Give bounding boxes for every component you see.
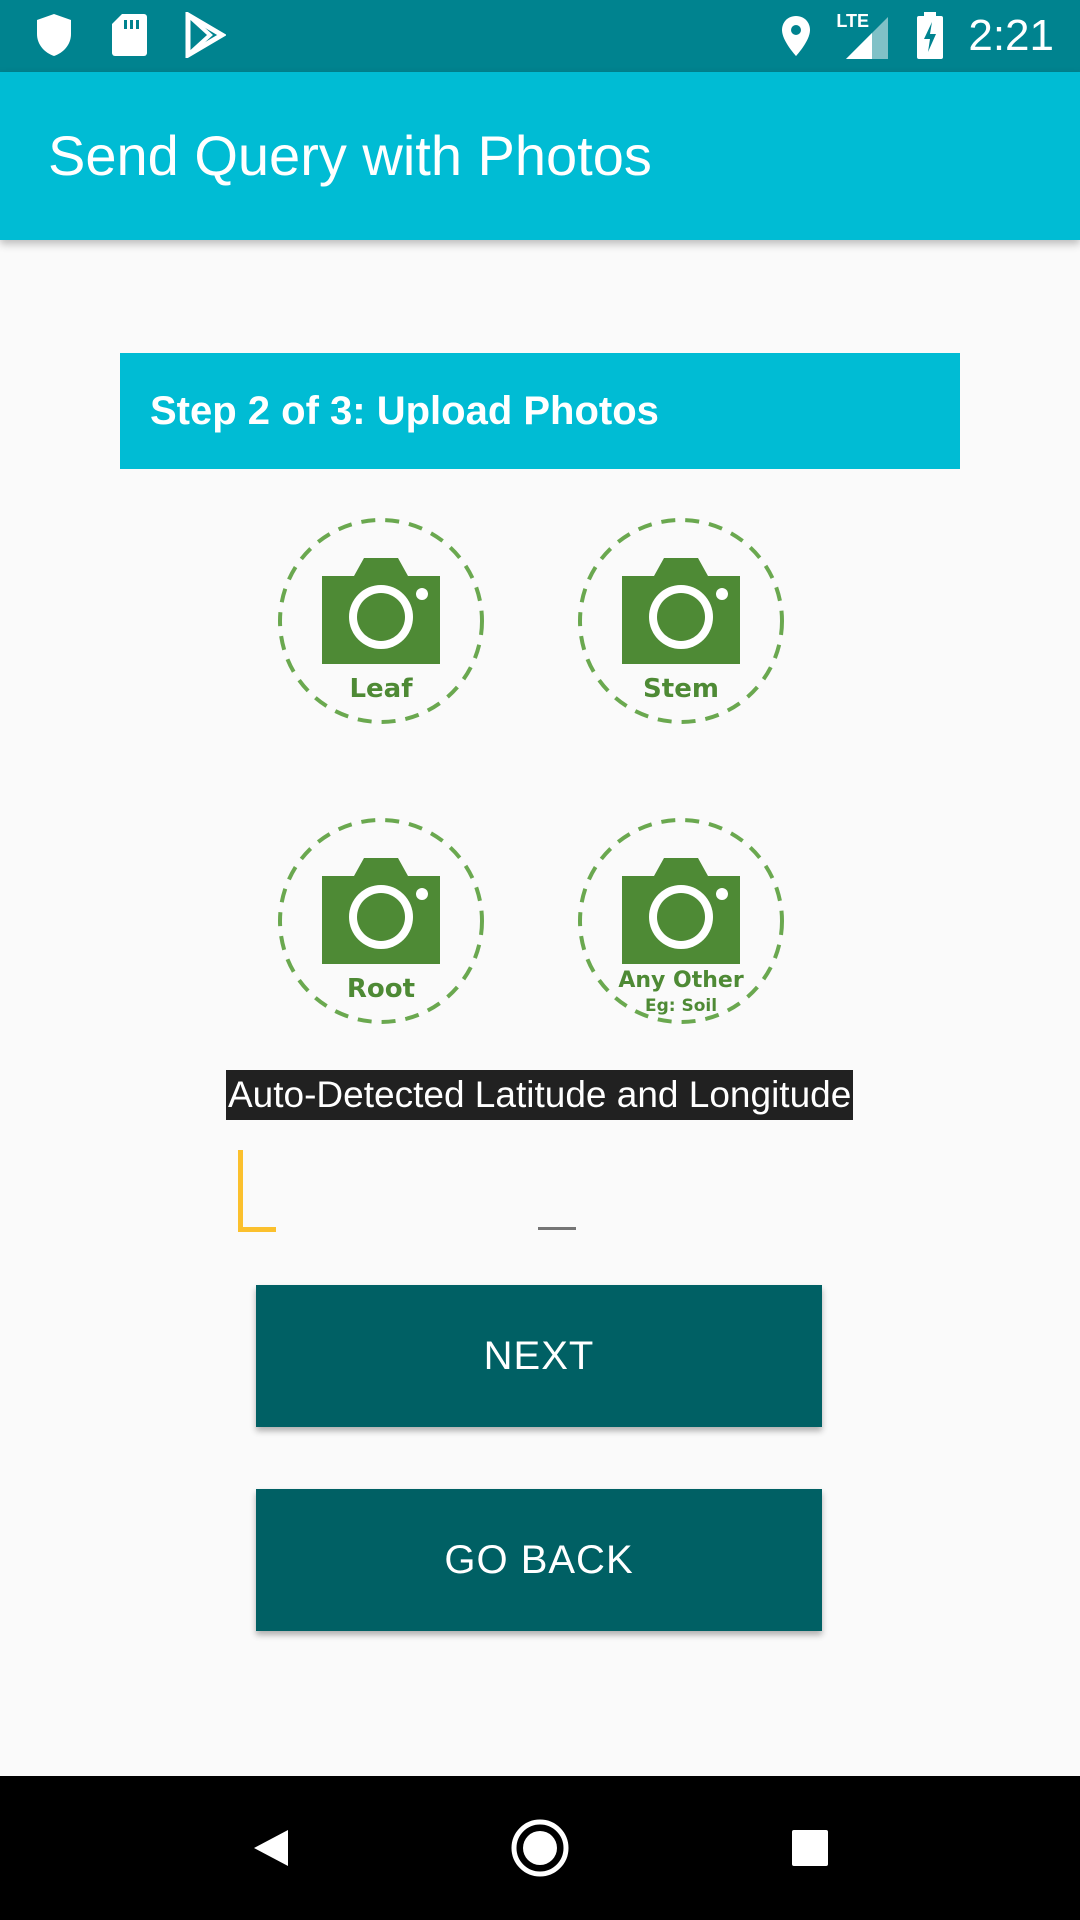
shield-icon [34, 12, 74, 58]
latlng-field[interactable] [236, 1148, 840, 1236]
photo-label-stem: Stem [643, 674, 719, 704]
status-bar: LTE 2:21 [0, 0, 1080, 72]
sd-card-icon [110, 12, 148, 58]
latlng-label: Auto-Detected Latitude and Longitude [226, 1070, 854, 1120]
field-hint-dash [538, 1227, 576, 1230]
page-title: Send Query with Photos [48, 124, 652, 187]
photo-sublabel-other: Eg: Soil [644, 996, 718, 1016]
field-underline [238, 1227, 276, 1232]
root-photo-button[interactable]: Root [276, 816, 486, 1026]
go-back-button[interactable]: GO BACK [256, 1489, 822, 1631]
photo-label-leaf: Leaf [349, 674, 413, 704]
text-cursor [238, 1150, 243, 1230]
photo-label-root: Root [346, 974, 416, 1004]
step-title: Step 2 of 3: Upload Photos [150, 389, 659, 433]
clock: 2:21 [968, 11, 1054, 60]
camera-icon [578, 818, 784, 1024]
other-photo-button[interactable]: Any Other Eg: Soil [576, 816, 786, 1026]
battery-charging-icon [916, 12, 944, 60]
step-header: Step 2 of 3: Upload Photos [120, 353, 960, 469]
location-icon [780, 14, 812, 58]
recents-icon[interactable] [750, 1776, 870, 1920]
leaf-photo-button[interactable]: Leaf [276, 516, 486, 726]
photo-label-other: Any Other [618, 968, 744, 993]
next-button[interactable]: NEXT [256, 1285, 822, 1427]
navigation-bar [0, 1776, 1080, 1920]
home-icon[interactable] [480, 1776, 600, 1920]
stem-photo-button[interactable]: Stem [576, 516, 786, 726]
back-icon[interactable] [210, 1776, 330, 1920]
play-store-icon [184, 12, 226, 58]
network-type: LTE [836, 11, 870, 31]
app-bar: Send Query with Photos [0, 72, 1080, 240]
signal-icon: LTE [836, 11, 892, 61]
